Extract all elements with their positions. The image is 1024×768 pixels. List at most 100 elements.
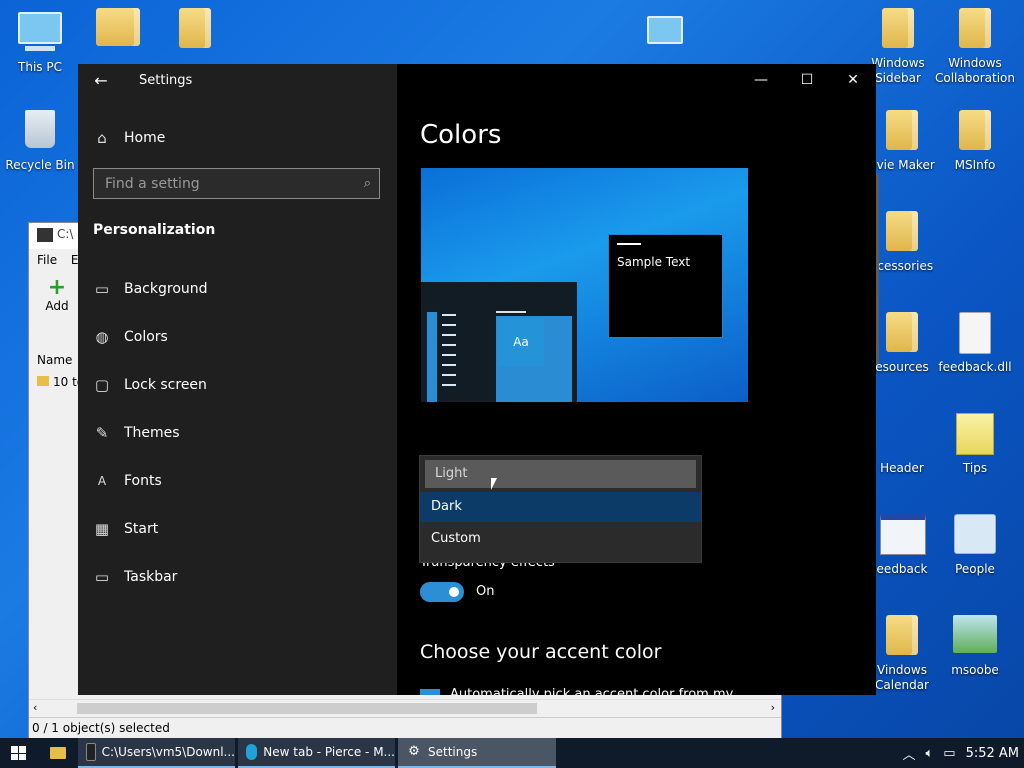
toggle-state: On [476, 584, 495, 599]
taskbar-icon: ▭ [94, 568, 110, 586]
mouse-cursor-icon [491, 478, 497, 490]
settings-gear-icon: ⚙ [408, 744, 420, 759]
add-label: Add [45, 299, 69, 313]
minimize-icon[interactable]: — [738, 64, 784, 96]
scroll-left-icon[interactable]: ‹ [33, 701, 37, 714]
settings-window[interactable]: ← Settings ⌂ Home Find a setting ⌕ Perso… [78, 64, 879, 695]
file-explorer-button[interactable] [40, 738, 76, 768]
folder-icon [880, 110, 924, 154]
desktop-icon-recycle-bin[interactable]: Recycle Bin [0, 110, 80, 173]
transparency-toggle[interactable] [420, 582, 464, 602]
back-arrow-icon[interactable]: ← [78, 71, 124, 90]
image-icon [953, 615, 997, 659]
desktop-icon-label: eedback [876, 562, 928, 576]
taskbar-item-label: New tab - Pierce - M... [263, 745, 395, 759]
preview-sample-text: Sample Text [617, 255, 691, 269]
dropdown-option-dark[interactable]: Dark [420, 492, 701, 522]
nav-item-themes[interactable]: ✎ Themes [78, 418, 397, 448]
nav-item-label: Fonts [124, 473, 162, 489]
taskbar-item-7zip[interactable]: C:\Users\vm5\Downl... [78, 738, 235, 768]
nav-home[interactable]: ⌂ Home [78, 124, 165, 152]
clock[interactable]: 5:52 AM [966, 746, 1019, 761]
taskbar-item-label: C:\Users\vm5\Downl... [101, 745, 235, 759]
auto-accent-checkbox[interactable] [420, 689, 440, 695]
folder-icon [880, 312, 924, 356]
scrollbar-thumb[interactable] [77, 703, 537, 714]
auto-accent-label: Automatically pick an accent color from … [450, 688, 770, 695]
desktop-icon-label: This PC [18, 60, 62, 74]
home-icon: ⌂ [97, 129, 107, 147]
settings-sidebar: ← Settings ⌂ Home Find a setting ⌕ Perso… [78, 64, 397, 695]
desktop-icon-label: msoobe [951, 663, 999, 677]
desktop-icon-help[interactable] [78, 8, 158, 56]
image-icon: ▭ [94, 280, 110, 298]
window-icon [880, 514, 926, 558]
start-icon: ▦ [94, 520, 110, 538]
nav-item-background[interactable]: ▭ Background [78, 274, 397, 304]
header-icon [880, 413, 924, 457]
nav-item-lock-screen[interactable]: ▢ Lock screen [78, 370, 397, 400]
tips-icon [953, 413, 997, 457]
desktop-icon-tips[interactable]: Tips [935, 413, 1015, 476]
scroll-right-icon[interactable]: › [771, 701, 775, 714]
preview-tile: Aa [498, 318, 544, 366]
desktop-icon-network[interactable] [625, 12, 705, 64]
folder-icon [880, 211, 924, 255]
maximize-icon[interactable]: ☐ [784, 64, 830, 96]
desktop-icon-label: Tips [962, 461, 988, 475]
search-input[interactable]: Find a setting ⌕ [93, 168, 380, 199]
desktop-icon-this-pc[interactable]: This PC [0, 8, 80, 75]
desktop-icon-label: Windows Sidebar [871, 56, 925, 85]
desktop-icon-label: Windows Collaboration [935, 56, 1015, 85]
search-icon[interactable]: ⌕ [364, 176, 371, 191]
recycle-bin-icon [18, 110, 62, 154]
close-icon[interactable]: ✕ [830, 64, 876, 96]
desktop-icon-label: MSInfo [954, 158, 996, 172]
column-name-header[interactable]: Name [37, 353, 72, 367]
desktop-icon-label: feedback.dll [938, 360, 1012, 374]
accent-heading: Choose your accent color [420, 641, 662, 663]
chevron-up-icon[interactable]: ︿ [902, 744, 915, 763]
network-icon[interactable]: ▭ [943, 746, 955, 761]
taskbar-item-label: Settings [428, 745, 478, 759]
nav-item-fonts[interactable]: A Fonts [78, 466, 397, 496]
section-title: Personalization [93, 222, 216, 238]
desktop-icon-msoobe[interactable]: msoobe [935, 615, 1015, 678]
desktop-icon-feedback-dll[interactable]: feedback.dll [935, 312, 1015, 375]
lock-screen-icon: ▢ [94, 376, 110, 394]
color-mode-dropdown[interactable]: Light Dark Custom [419, 455, 702, 563]
volume-icon[interactable]: 🔈︎ [925, 746, 933, 761]
nav-item-taskbar[interactable]: ▭ Taskbar [78, 562, 397, 592]
nav-item-colors[interactable]: ◍ Colors [78, 322, 397, 352]
add-button[interactable]: + Add [37, 277, 77, 314]
nav-item-label: Start [124, 521, 159, 537]
computer-icon [18, 12, 62, 56]
desktop-icon-people[interactable]: People [935, 514, 1015, 577]
7zip-title-text: C:\ [57, 227, 74, 241]
horizontal-scrollbar[interactable]: ‹ › [29, 699, 781, 717]
desktop-icon-label: Vindows Calendar [875, 663, 929, 692]
dropdown-option-light[interactable]: Light [425, 460, 696, 488]
color-preview: Aa Sample Text [421, 168, 748, 402]
desktop-icon-msinfo[interactable]: MSInfo [935, 110, 1015, 173]
windows-logo-icon [11, 746, 26, 760]
vertical-scrollbar[interactable] [876, 174, 879, 364]
nav-item-start[interactable]: ▦ Start [78, 514, 397, 544]
palette-icon: ◍ [95, 328, 109, 346]
folder-icon [953, 110, 997, 154]
folder-icon [37, 376, 49, 386]
menu-file[interactable]: File [37, 253, 57, 267]
desktop-icon-windows-collaboration[interactable]: Windows Collaboration [935, 8, 1015, 86]
folder-icon [880, 615, 924, 659]
desktop-icon-folder[interactable] [155, 8, 235, 56]
status-bar: 0 / 1 object(s) selected [29, 717, 781, 739]
preview-window: Sample Text [608, 234, 723, 338]
taskbar-item-settings[interactable]: ⚙ Settings [398, 738, 556, 768]
start-button[interactable] [0, 738, 36, 768]
nav-home-label: Home [124, 130, 166, 146]
dropdown-option-custom[interactable]: Custom [420, 524, 701, 554]
settings-titlebar: ← Settings [78, 64, 397, 96]
nav-item-label: Lock screen [124, 377, 207, 393]
folder-icon [173, 8, 217, 52]
taskbar-item-edge[interactable]: New tab - Pierce - M... [238, 738, 395, 768]
